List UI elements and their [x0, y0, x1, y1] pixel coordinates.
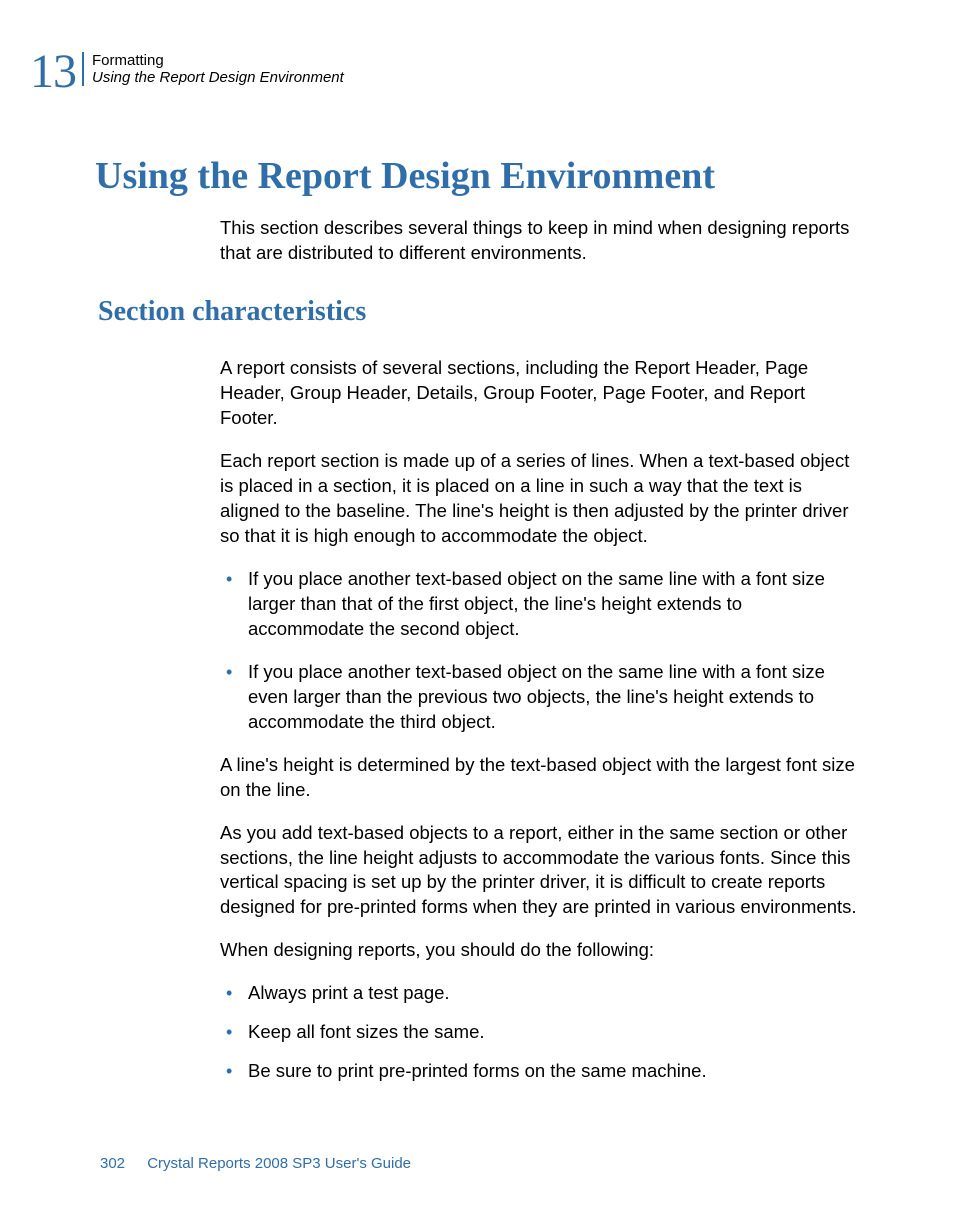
paragraph: A line's height is determined by the tex…	[220, 753, 862, 803]
page-header: 13 Formatting Using the Report Design En…	[30, 48, 894, 96]
bullet-list: If you place another text-based object o…	[220, 567, 862, 735]
paragraph: As you add text-based objects to a repor…	[220, 821, 862, 921]
paragraph: When designing reports, you should do th…	[220, 938, 862, 963]
document-title: Crystal Reports 2008 SP3 User's Guide	[147, 1155, 411, 1172]
list-item: Always print a test page.	[220, 981, 862, 1006]
list-item: Be sure to print pre-printed forms on th…	[220, 1059, 862, 1084]
bullet-list: Always print a test page. Keep all font …	[220, 981, 862, 1084]
paragraph: Each report section is made up of a seri…	[220, 449, 862, 549]
list-item: If you place another text-based object o…	[220, 567, 862, 642]
heading-1: Using the Report Design Environment	[95, 154, 894, 198]
header-text-block: Formatting Using the Report Design Envir…	[82, 52, 344, 86]
heading-2: Section characteristics	[98, 296, 366, 328]
header-section-title: Using the Report Design Environment	[92, 69, 344, 86]
list-item: Keep all font sizes the same.	[220, 1020, 862, 1045]
header-chapter-title: Formatting	[92, 52, 344, 69]
body-content: A report consists of several sections, i…	[220, 356, 862, 1102]
page-footer: 302 Crystal Reports 2008 SP3 User's Guid…	[100, 1155, 411, 1172]
list-item: If you place another text-based object o…	[220, 660, 862, 735]
chapter-number: 13	[30, 48, 76, 96]
paragraph: A report consists of several sections, i…	[220, 356, 862, 431]
page: 13 Formatting Using the Report Design En…	[0, 0, 954, 1227]
page-number: 302	[100, 1155, 125, 1172]
intro-paragraph: This section describes several things to…	[220, 216, 862, 266]
